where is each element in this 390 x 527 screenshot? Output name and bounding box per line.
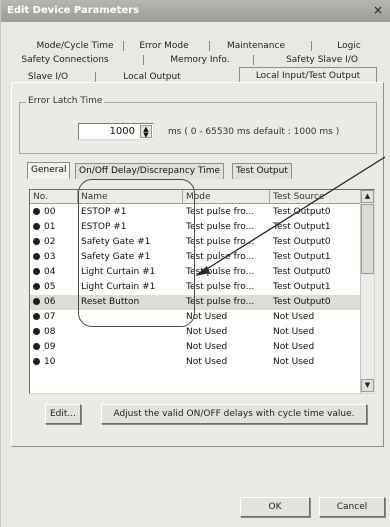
callout-arrow [195, 156, 386, 276]
edit-device-parameters-dialog: Edit Device Parameters × Mode/Cycle Time… [0, 0, 390, 527]
